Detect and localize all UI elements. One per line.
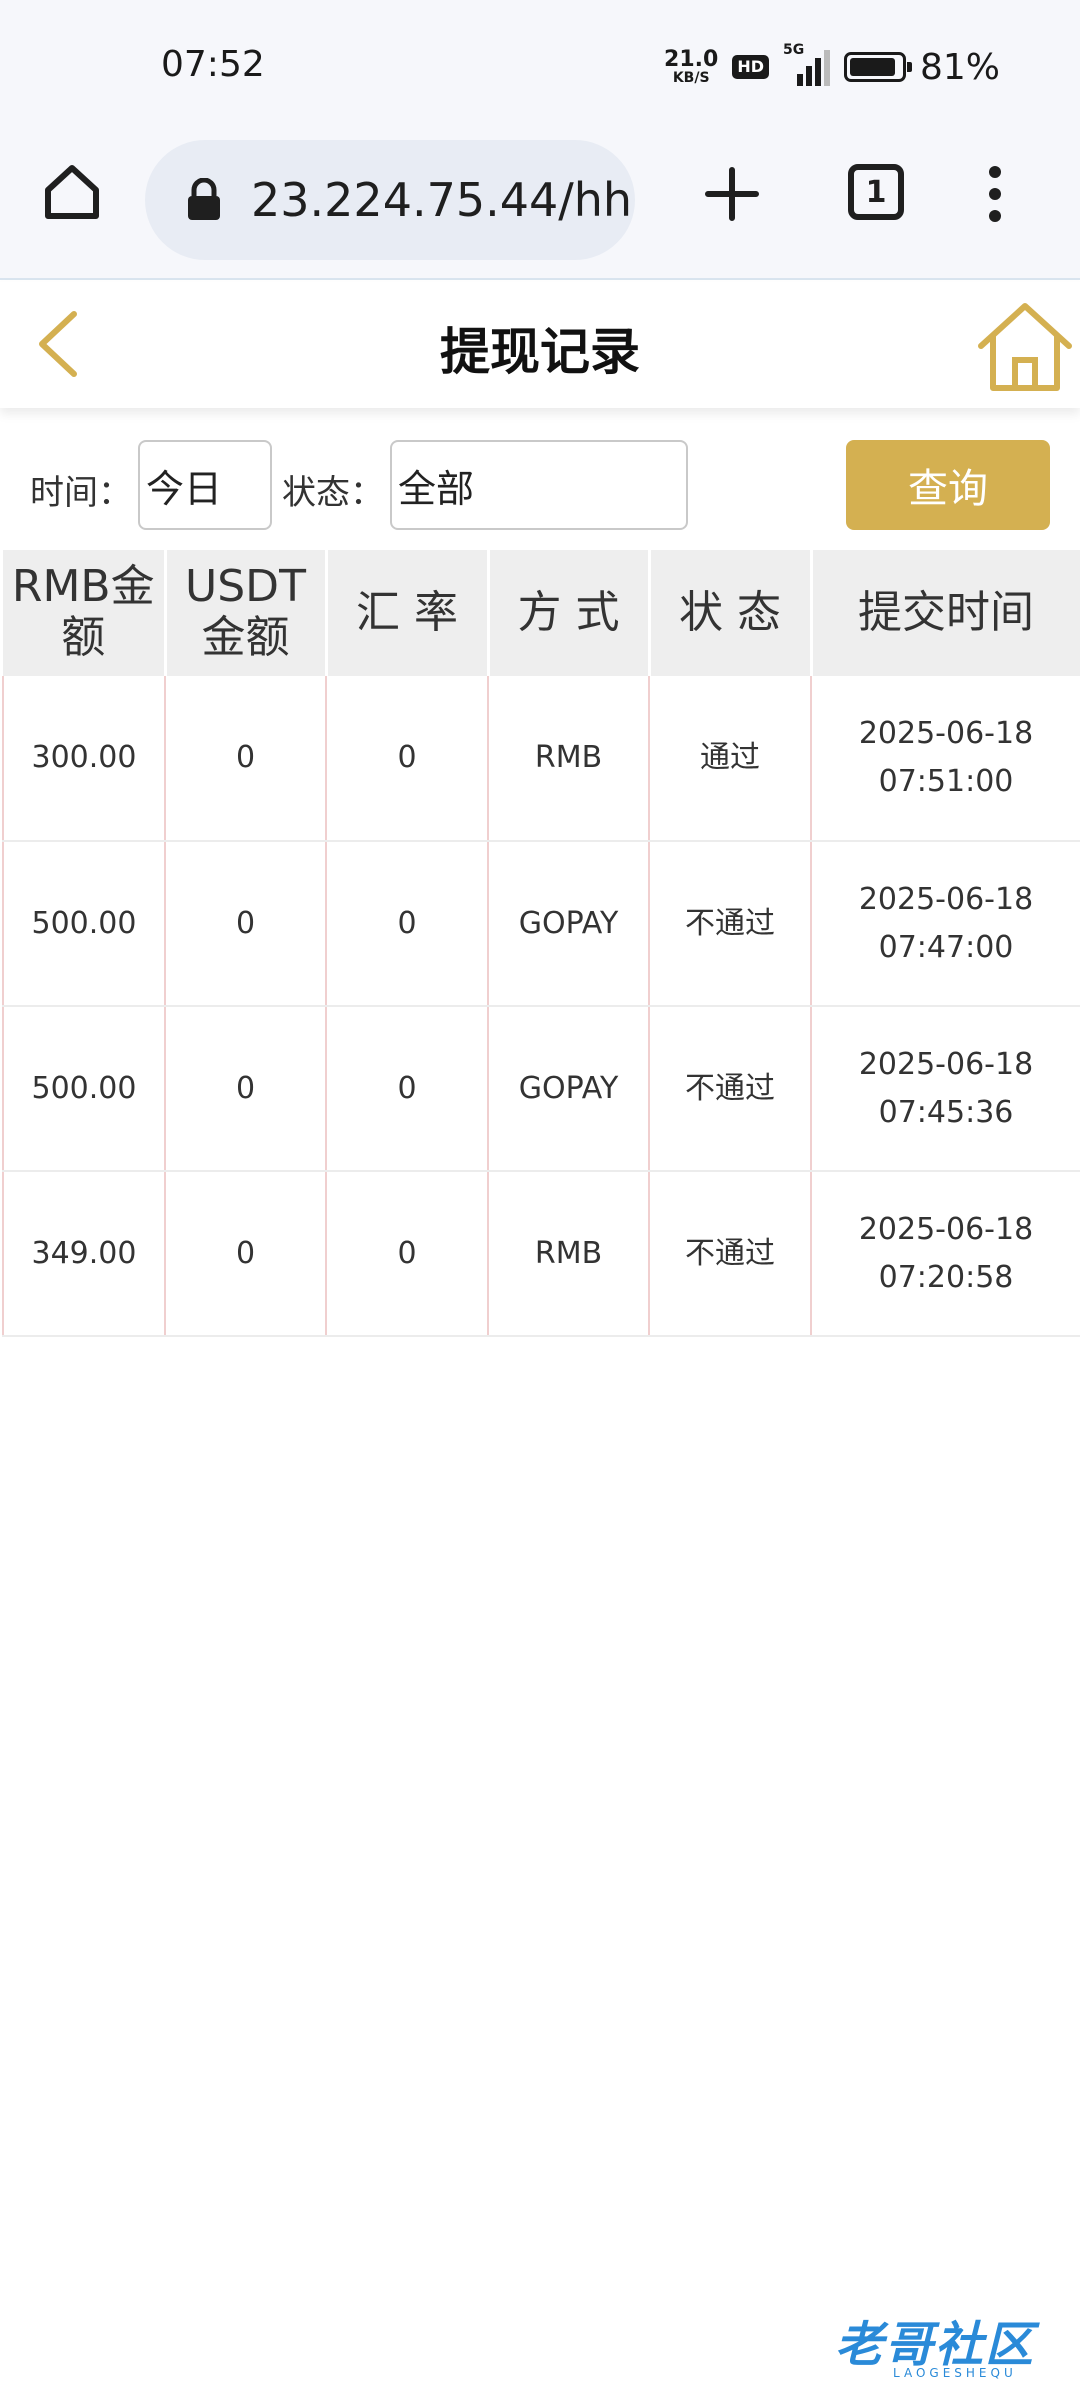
cell-submit-time: 2025-06-18 07:47:00 xyxy=(811,841,1080,1007)
table-header-row: RMB金额 USDT金额 汇 率 方 式 状 态 提交时间 xyxy=(3,550,1080,676)
cell-exchange-rate: 0 xyxy=(326,1171,489,1337)
url-bar[interactable]: 23.224.75.44/hh xyxy=(145,140,635,260)
time-filter-label: 时间： xyxy=(30,473,132,513)
filter-bar: 时间： 今日 状态： 全部 查询 xyxy=(0,430,1080,540)
browser-toolbar: 23.224.75.44/hh 1 xyxy=(0,140,1080,280)
submit-date: 2025-06-18 xyxy=(858,881,1034,917)
submit-date: 2025-06-18 xyxy=(858,1211,1034,1247)
table-row: 500.00 0 0 GOPAY 不通过 2025-06-18 07:45:36 xyxy=(2,1006,1080,1172)
cell-exchange-rate: 0 xyxy=(326,676,489,842)
watermark-text: 老哥社区 xyxy=(835,2317,1036,2373)
table-row: 500.00 0 0 GOPAY 不通过 2025-06-18 07:47:00 xyxy=(2,841,1080,1007)
app-header: 提现记录 xyxy=(0,282,1080,408)
header-status: 状 态 xyxy=(649,550,813,676)
query-button[interactable]: 查询 xyxy=(846,440,1050,530)
cell-exchange-rate: 0 xyxy=(326,1006,489,1172)
cell-exchange-rate: 0 xyxy=(326,841,489,1007)
cell-status: 通过 xyxy=(649,676,812,842)
cell-status: 不通过 xyxy=(649,1171,812,1337)
new-tab-button[interactable] xyxy=(700,162,764,226)
watermark-subtext: LAOGESHEQU xyxy=(893,2366,1017,2380)
more-vertical-icon xyxy=(989,166,1001,222)
cell-status: 不通过 xyxy=(649,841,812,1007)
url-text: 23.224.75.44/hh xyxy=(251,173,633,227)
signal-icon: 5G xyxy=(783,42,830,86)
network-speed-value: 21.0 xyxy=(664,47,719,72)
header-rmb-amount: RMB金额 xyxy=(3,550,167,676)
plus-icon xyxy=(705,167,759,221)
tabs-button[interactable]: 1 xyxy=(848,164,904,220)
header-usdt-amount: USDT金额 xyxy=(165,550,328,676)
withdrawal-records-table: RMB金额 USDT金额 汇 率 方 式 状 态 提交时间 300.00 0 0… xyxy=(2,550,1080,1337)
cell-rmb-amount: 500.00 xyxy=(2,841,166,1007)
cell-submit-time: 2025-06-18 07:20:58 xyxy=(811,1171,1080,1337)
status-icons: 21.0 KB/S HD 5G 81% xyxy=(664,40,1000,94)
cell-usdt-amount: 0 xyxy=(165,676,327,842)
watermark-logo: 老哥社区 LAOGESHEQU xyxy=(835,2300,1075,2380)
home-icon xyxy=(978,303,1072,391)
submit-date: 2025-06-18 xyxy=(858,716,1034,751)
header-submit-time: 提交时间 xyxy=(811,550,1080,676)
browser-menu-button[interactable] xyxy=(980,162,1010,226)
cell-rmb-amount: 349.00 xyxy=(2,1171,166,1337)
submit-clock: 07:51:00 xyxy=(878,764,1014,799)
status-filter-select[interactable]: 全部 xyxy=(390,440,688,530)
cell-usdt-amount: 0 xyxy=(165,1171,327,1337)
home-icon xyxy=(45,165,99,219)
cell-usdt-amount: 0 xyxy=(165,841,327,1007)
lock-icon xyxy=(188,178,220,220)
network-type-label: 5G xyxy=(782,42,805,58)
time-filter-select[interactable]: 今日 xyxy=(138,440,272,530)
time-filter-value: 今日 xyxy=(146,466,223,511)
submit-clock: 07:20:58 xyxy=(878,1259,1014,1295)
browser-home-button[interactable] xyxy=(42,162,102,222)
battery-icon xyxy=(843,52,912,82)
status-time: 07:52 xyxy=(161,44,265,85)
cell-status: 不通过 xyxy=(649,1006,812,1172)
cell-usdt-amount: 0 xyxy=(165,1006,327,1172)
submit-clock: 07:45:36 xyxy=(878,1094,1014,1130)
table-row: 349.00 0 0 RMB 不通过 2025-06-18 07:20:58 xyxy=(2,1171,1080,1337)
header-method: 方 式 xyxy=(488,550,651,676)
header-exchange-rate: 汇 率 xyxy=(326,550,490,676)
cell-method: GOPAY xyxy=(488,841,650,1007)
hd-icon: HD xyxy=(732,55,769,79)
tab-count: 1 xyxy=(865,174,887,210)
network-speed-unit: KB/S xyxy=(672,70,710,86)
cell-submit-time: 2025-06-18 07:45:36 xyxy=(811,1006,1080,1172)
status-filter-value: 全部 xyxy=(398,466,475,511)
cell-method: RMB xyxy=(488,676,650,842)
page-title: 提现记录 xyxy=(440,323,640,381)
submit-date: 2025-06-18 xyxy=(858,1046,1034,1082)
cell-submit-time: 2025-06-18 07:51:00 xyxy=(811,676,1080,842)
submit-clock: 07:47:00 xyxy=(878,929,1014,965)
cell-rmb-amount: 300.00 xyxy=(2,676,166,842)
table-row: 300.00 0 0 RMB 通过 2025-06-18 07:51:00 xyxy=(2,676,1080,842)
status-bar: 07:52 21.0 KB/S HD 5G 81% xyxy=(0,0,1080,140)
home-button[interactable] xyxy=(975,300,1075,396)
cell-method: RMB xyxy=(488,1171,650,1337)
status-filter-label: 状态： xyxy=(282,473,384,513)
cell-rmb-amount: 500.00 xyxy=(2,1006,166,1172)
network-speed: 21.0 KB/S xyxy=(664,47,719,86)
cell-method: GOPAY xyxy=(488,1006,650,1172)
battery-percent: 81% xyxy=(919,46,1000,88)
